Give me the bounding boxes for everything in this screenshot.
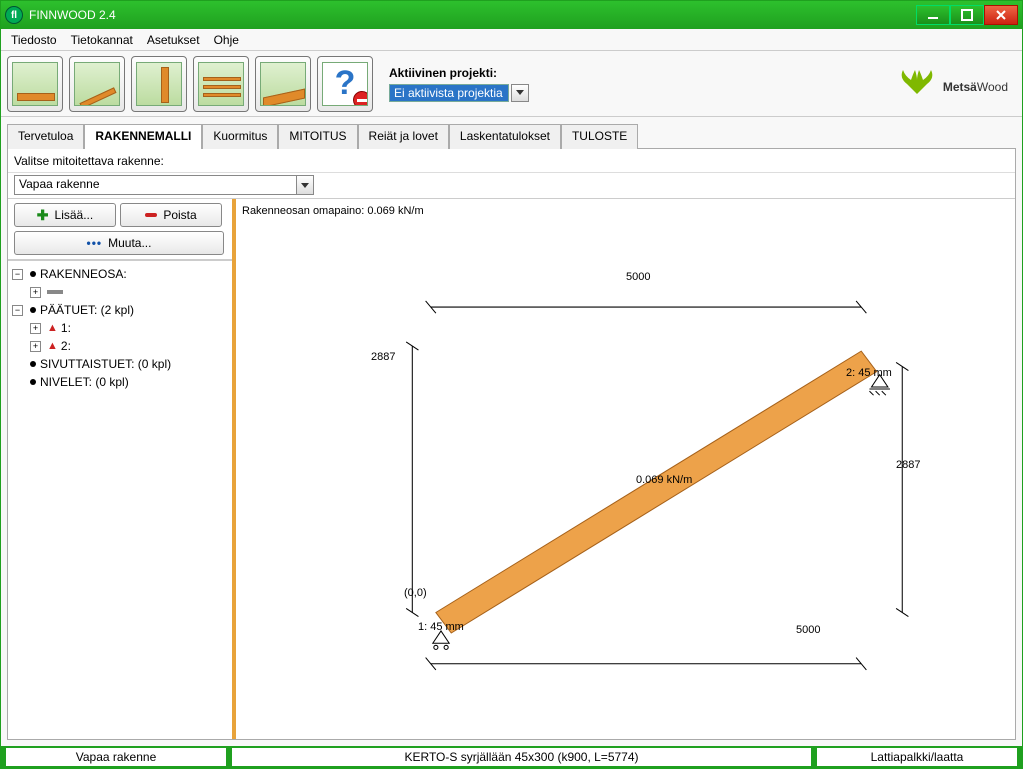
menu-tiedosto[interactable]: Tiedosto [5,31,63,49]
tool-template-4[interactable] [193,56,249,112]
tab-mitoitus[interactable]: MITOITUS [278,124,357,149]
brand-logo: MetsäWood [897,68,1016,100]
expand-icon[interactable]: + [30,287,41,298]
menu-ohje[interactable]: Ohje [208,31,245,49]
menu-tietokannat[interactable]: Tietokannat [65,31,139,49]
edit-button[interactable]: ••• Muuta... [14,231,224,255]
load-label: 0.069 kN/m [636,474,692,486]
delete-button-label: Poista [163,208,196,222]
support1-label: 1: 45 mm [418,621,464,633]
tree-rakenneosa[interactable]: RAKENNEOSA: [40,267,127,281]
tab-kuormitus[interactable]: Kuormitus [202,124,278,149]
bullet-icon [30,379,36,385]
maximize-button[interactable] [950,5,984,25]
brand-text-b: Wood [977,80,1008,94]
tab-laskentatulokset[interactable]: Laskentatulokset [449,124,561,149]
support2-label: 2: 45 mm [846,367,892,379]
chevron-down-icon [516,90,524,95]
tree-nivelet[interactable]: NIVELET: (0 kpl) [40,375,129,389]
active-project-dropdown-button[interactable] [511,84,529,102]
support-icon: ▲ [47,340,58,352]
active-project-select[interactable]: Ei aktiivista projektia [389,84,509,102]
selfweight-label: Rakenneosan omapaino: 0.069 kN/m [242,205,424,217]
expand-icon[interactable]: + [30,341,41,352]
dim-left: 2887 [371,351,395,363]
tool-template-5[interactable] [255,56,311,112]
dim-bottom: 5000 [796,624,820,636]
expand-icon[interactable]: − [12,305,23,316]
tree-view[interactable]: − RAKENNEOSA: + − PÄÄTUET: (2 kpl) + ▲1: + ▲… [8,260,232,739]
tab-tuloste[interactable]: TULOSTE [561,124,638,149]
statusbar: Vapaa rakenne KERTO-S syrjällään 45x300 … [1,746,1022,768]
close-button[interactable] [984,5,1018,25]
add-button-label: Lisää... [55,208,94,222]
dots-icon: ••• [87,236,103,250]
tab-reiat-ja-lovet[interactable]: Reiät ja lovet [358,124,449,149]
dim-top: 5000 [626,271,650,283]
tree-paatuet[interactable]: PÄÄTUET: (2 kpl) [40,303,134,317]
toolbar: ? Aktiivinen projekti: Ei aktiivista pro… [1,51,1022,117]
delete-button[interactable]: Poista [120,203,222,227]
app-icon: fl [5,6,23,24]
tree-support-2[interactable]: 2: [61,339,71,353]
menubar: Tiedosto Tietokannat Asetukset Ohje [1,29,1022,51]
chevron-down-icon [301,183,309,188]
add-button[interactable]: ✚ Lisää... [14,203,116,227]
bullet-icon [30,361,36,367]
support-icon: ▲ [47,322,58,334]
dim-right: 2887 [896,459,920,471]
status-left: Vapaa rakenne [6,748,226,766]
structure-select-value: Vapaa rakenne [15,176,296,194]
edit-button-label: Muuta... [108,236,151,250]
antler-icon [897,68,937,100]
bullet-icon [30,271,36,277]
section-icon [47,290,63,294]
bullet-icon [30,307,36,313]
tree-sivuttaistuet[interactable]: SIVUTTAISTUET: (0 kpl) [40,357,171,371]
brand-text-a: Metsä [943,80,977,94]
menu-asetukset[interactable]: Asetukset [141,31,206,49]
status-mid: KERTO-S syrjällään 45x300 (k900, L=5774) [232,748,811,766]
origin-label: (0,0) [404,587,427,599]
titlebar: fl FINNWOOD 2.4 [1,1,1022,29]
model-canvas[interactable]: Rakenneosan omapaino: 0.069 kN/m [236,199,1015,739]
tree-support-1[interactable]: 1: [61,321,71,335]
plus-icon: ✚ [37,207,49,224]
expand-icon[interactable]: + [30,323,41,334]
active-project-label: Aktiivinen projekti: [389,66,529,80]
tool-template-1[interactable] [7,56,63,112]
stop-icon [353,91,368,106]
minimize-button[interactable] [916,5,950,25]
tool-template-2[interactable] [69,56,125,112]
sidebar: ✚ Lisää... Poista ••• Muuta... − RAKENNEOSA… [8,199,236,739]
tabbar: Tervetuloa RAKENNEMALLI Kuormitus MITOIT… [7,123,1016,149]
tab-tervetuloa[interactable]: Tervetuloa [7,124,84,149]
window-title: FINNWOOD 2.4 [29,8,916,22]
tool-help[interactable]: ? [317,56,373,112]
structure-select[interactable]: Vapaa rakenne [14,175,314,195]
structure-select-arrow[interactable] [296,176,313,194]
expand-icon[interactable]: − [12,269,23,280]
select-structure-label: Valitse mitoitettava rakenne: [14,154,164,168]
tab-rakennemalli[interactable]: RAKENNEMALLI [84,124,202,149]
status-right: Lattiapalkki/laatta [817,748,1017,766]
minus-icon [145,213,157,217]
tool-template-3[interactable] [131,56,187,112]
